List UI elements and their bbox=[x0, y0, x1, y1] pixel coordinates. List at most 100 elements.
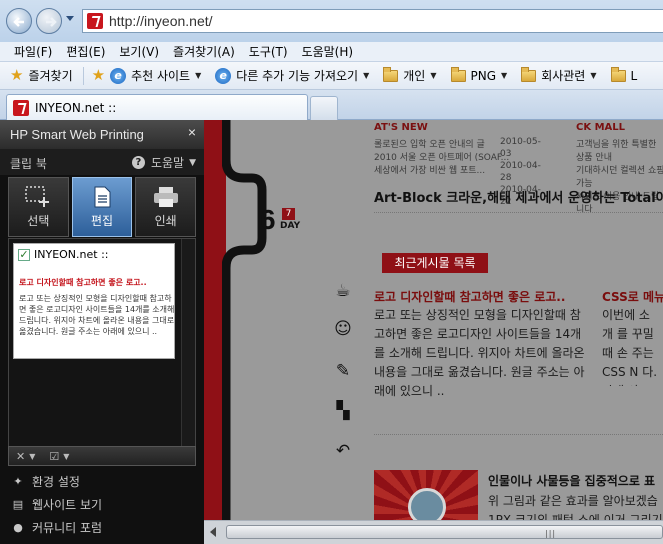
check-all-icon[interactable]: ☑ bbox=[49, 450, 59, 463]
clip-list-scrollbar[interactable] bbox=[181, 239, 195, 447]
ie-icon: e bbox=[215, 67, 232, 84]
horizontal-scrollbar[interactable]: ||| bbox=[204, 520, 663, 544]
menu-help[interactable]: 도움말(H) bbox=[302, 43, 354, 60]
help-button[interactable]: ? 도움말 ▼ bbox=[131, 154, 196, 171]
tool-label: 인쇄 bbox=[154, 214, 177, 228]
post-title[interactable]: CSS로 메뉴 bbox=[602, 288, 663, 305]
day-label: DAY bbox=[280, 221, 301, 231]
favorite-folder-personal[interactable]: 개인 ▼ bbox=[383, 66, 437, 84]
menu-favorites[interactable]: 즐겨찾기(A) bbox=[173, 43, 235, 60]
favorites-divider bbox=[82, 66, 84, 85]
undo-arrow-icon: ↶ bbox=[335, 441, 351, 461]
clip-body: 로고 또는 상징적인 모형을 디자인할때 참고하면 좋은 로고디자인 사이트들을… bbox=[19, 294, 175, 336]
day-number: 6 bbox=[260, 204, 276, 235]
clip-item[interactable]: ✓ INYEON.net :: 로고 디자인할때 참고하면 좋은 로고.. 로고… bbox=[13, 243, 175, 359]
chevron-down-icon[interactable]: ▼ bbox=[63, 452, 69, 461]
star-icon: ★ bbox=[10, 66, 24, 84]
folder-icon bbox=[521, 66, 537, 82]
website-link[interactable]: ▤ 웹사이트 보기 bbox=[0, 493, 204, 516]
tool-label: 편집 bbox=[90, 214, 114, 228]
menu-view[interactable]: 보기(V) bbox=[119, 43, 159, 60]
coffee-cup-icon: ☕ bbox=[335, 281, 351, 301]
help-icon: ? bbox=[131, 156, 145, 169]
recent-posts-label: 최근게시물 목록 bbox=[382, 253, 488, 273]
link-label: 커뮤니티 포럼 bbox=[32, 521, 103, 535]
edit-tool-button[interactable]: 편집 bbox=[71, 177, 133, 237]
clip-title: INYEON.net :: bbox=[34, 248, 109, 261]
favorite-get-addons[interactable]: e 다른 추가 기능 가져오기 ▼ bbox=[215, 67, 369, 84]
clip-checkbox[interactable]: ✓ bbox=[18, 249, 30, 261]
clip-headline: 로고 디자인할때 참고하면 좋은 로고.. bbox=[19, 278, 147, 287]
menu-edit[interactable]: 편집(E) bbox=[66, 43, 105, 60]
link-label: 웹사이트 보기 bbox=[32, 498, 103, 512]
news-item[interactable]: 세상에서 가장 비싼 웹 포트... bbox=[374, 163, 485, 176]
headset-icon: ☺ bbox=[334, 319, 352, 339]
close-icon[interactable]: × bbox=[188, 124, 196, 140]
chevron-down-icon: ▼ bbox=[195, 71, 202, 80]
folder-icon bbox=[383, 66, 399, 82]
clipbook-header: 클립 북 ? 도움말 ▼ bbox=[0, 149, 204, 175]
favorites-button[interactable]: ★ 즐겨찾기 bbox=[10, 67, 73, 84]
ie-icon: e bbox=[110, 67, 127, 84]
webpage-content: AT'S NEW 롤로된으 입학 오픈 안내의 글 2010 서울 오픈 아트페… bbox=[204, 120, 663, 544]
community-link[interactable]: ● 커뮤니티 포럼 bbox=[0, 516, 204, 539]
news-item[interactable]: 롤로된으 입학 오픈 안내의 글 bbox=[374, 137, 485, 150]
news-section-1: AT'S NEW 롤로된으 입학 오픈 안내의 글 2010 서울 오픈 아트페… bbox=[374, 122, 514, 176]
news-item[interactable]: 고객님을 위한 특별한 상품 안내 bbox=[576, 137, 663, 163]
menu-file[interactable]: 파일(F) bbox=[14, 43, 52, 60]
forward-arrow-icon bbox=[46, 17, 57, 27]
url-text: http://inyeon.net/ bbox=[109, 13, 213, 29]
chevron-down-icon: ▼ bbox=[590, 71, 597, 80]
recent-pages-dropdown[interactable] bbox=[66, 16, 74, 21]
menu-bar: 파일(F) 편집(E) 보기(V) 즐겨찾기(A) 도구(T) 도움말(H) bbox=[0, 42, 663, 62]
divider bbox=[374, 434, 663, 435]
settings-icon: ✦ bbox=[13, 475, 23, 488]
site-favicon-icon bbox=[87, 13, 103, 29]
favorite-label: 추천 사이트 bbox=[131, 69, 191, 83]
back-arrow-icon bbox=[13, 17, 24, 27]
url-field[interactable]: http://inyeon.net/ bbox=[82, 9, 663, 33]
community-icon: ● bbox=[13, 521, 23, 534]
menu-tools[interactable]: 도구(T) bbox=[249, 43, 288, 60]
settings-link[interactable]: ✦ 환경 설정 bbox=[0, 470, 204, 493]
back-button[interactable] bbox=[6, 8, 32, 34]
chevron-down-icon[interactable]: ▼ bbox=[29, 452, 35, 461]
delete-clip-icon[interactable]: ✕ bbox=[16, 450, 25, 463]
grip-icon: ||| bbox=[545, 529, 557, 538]
news-item[interactable]: 기대하시던 컬렉션 쇼핑 가능 bbox=[576, 163, 663, 189]
news-item[interactable]: 2010 서울 오픈 아트페어 (SOAF... bbox=[374, 150, 509, 163]
print-icon bbox=[153, 187, 178, 207]
favorite-label: L bbox=[630, 68, 638, 83]
address-bar-row: http://inyeon.net/ bbox=[0, 0, 663, 42]
panel-links: ✦ 환경 설정 ▤ 웹사이트 보기 ● 커뮤니티 포럼 bbox=[0, 470, 204, 539]
favorite-label: 개인 bbox=[403, 69, 426, 83]
tool-label: 선택 bbox=[27, 214, 50, 228]
tab-title: INYEON.net :: bbox=[35, 100, 117, 115]
print-tool-button[interactable]: 인쇄 bbox=[135, 177, 197, 237]
post-title[interactable]: 로고 디자인할때 참고하면 좋은 로고.. bbox=[374, 288, 565, 305]
select-tool-button[interactable]: 선택 bbox=[8, 177, 69, 237]
scrollbar-thumb[interactable]: ||| bbox=[226, 525, 663, 539]
favorite-folder-png[interactable]: PNG ▼ bbox=[450, 66, 507, 83]
pencil-icon: ✎ bbox=[335, 361, 351, 381]
favorite-folder-company[interactable]: 회사관련 ▼ bbox=[521, 66, 597, 84]
panel-title: HP Smart Web Printing × bbox=[0, 120, 204, 149]
favorite-label: 다른 추가 기능 가져오기 bbox=[236, 69, 359, 83]
favorite-folder-l[interactable]: L bbox=[610, 66, 638, 83]
chevron-down-icon: ▼ bbox=[430, 71, 437, 80]
bookmark-icon: ▚ bbox=[336, 401, 350, 421]
website-icon: ▤ bbox=[12, 498, 24, 511]
post-title[interactable]: 인물이나 사물등을 집중적으로 표 bbox=[488, 472, 655, 489]
add-favorite-star-icon[interactable]: ★ bbox=[92, 68, 105, 83]
favorite-suggested-sites[interactable]: e 추천 사이트 ▼ bbox=[110, 67, 201, 84]
featured-headline[interactable]: Art-Block 크라운,해태 제과에서 운영하는 Total아트.. bbox=[374, 187, 663, 206]
clip-actions-bar: ✕ ▼ ☑ ▼ bbox=[8, 446, 196, 466]
link-label: 환경 설정 bbox=[32, 475, 80, 489]
new-tab-button[interactable] bbox=[310, 96, 338, 120]
panel-title-text: HP Smart Web Printing bbox=[10, 127, 144, 142]
scroll-left-arrow-icon[interactable] bbox=[210, 527, 216, 537]
clipbook-label: 클립 북 bbox=[10, 157, 47, 171]
forward-button[interactable] bbox=[36, 8, 62, 34]
favorite-label: 회사관련 bbox=[541, 69, 586, 83]
tab-inyeon[interactable]: INYEON.net :: bbox=[6, 94, 308, 120]
